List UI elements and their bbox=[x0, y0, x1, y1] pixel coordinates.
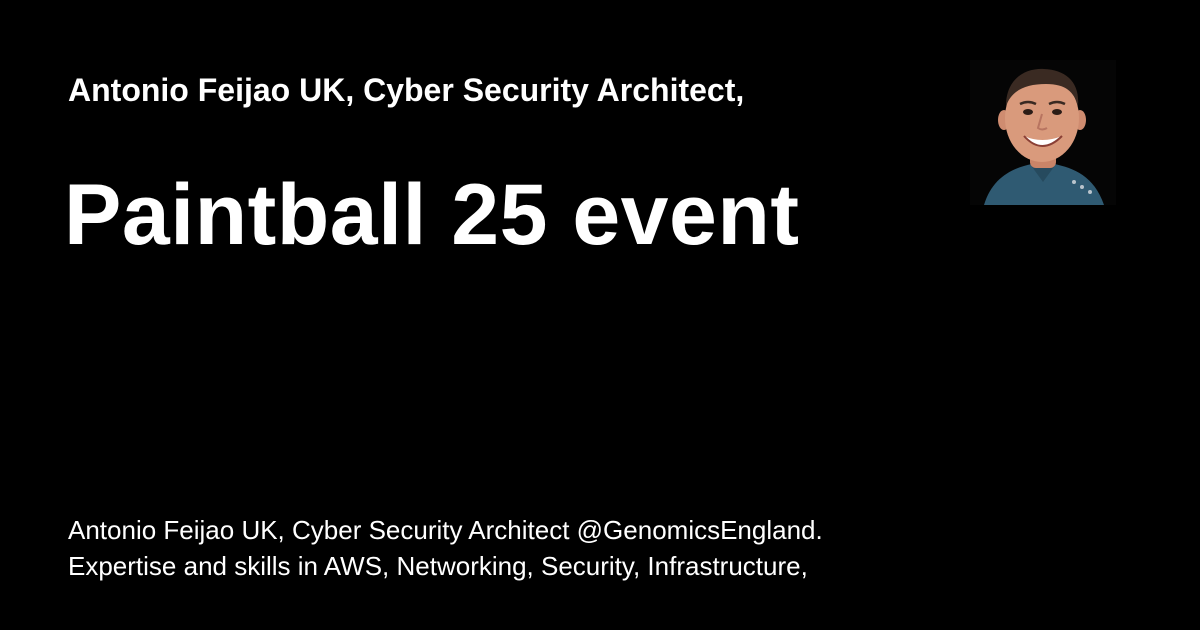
post-title: Paintball 25 event bbox=[64, 167, 800, 263]
author-portrait-icon bbox=[970, 60, 1116, 205]
social-card: Antonio Feijao UK, Cyber Security Archit… bbox=[0, 0, 1200, 630]
post-description: Antonio Feijao UK, Cyber Security Archit… bbox=[68, 512, 968, 584]
description-line-2: Expertise and skills in AWS, Networking,… bbox=[68, 551, 808, 581]
author-avatar bbox=[970, 60, 1116, 205]
site-title: Antonio Feijao UK, Cyber Security Archit… bbox=[68, 72, 745, 108]
description-line-1: Antonio Feijao UK, Cyber Security Archit… bbox=[68, 515, 823, 545]
